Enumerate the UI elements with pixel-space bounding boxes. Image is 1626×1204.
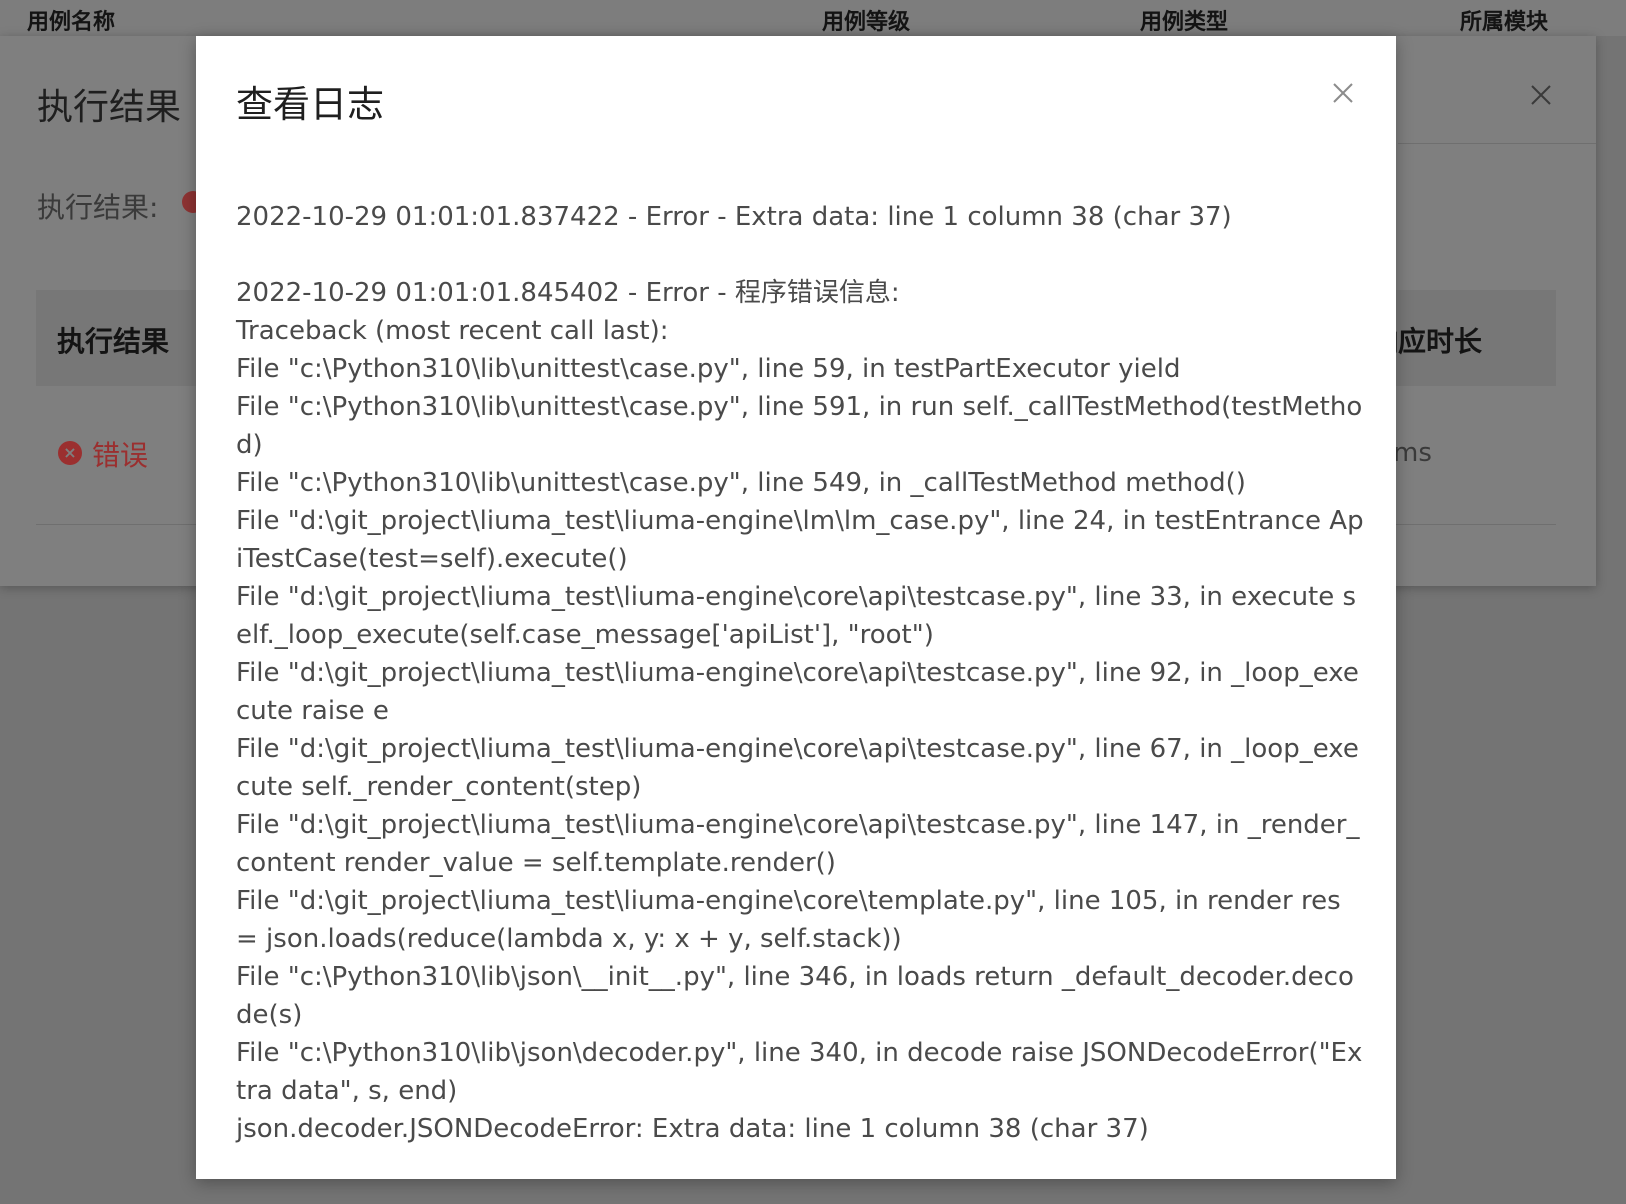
log-line: File "c:\Python310\lib\unittest\case.py"… [236,468,1246,498]
log-line: File "d:\git_project\liuma_test\liuma-en… [236,582,1357,650]
log-content: 2022-10-29 01:01:01.837422 - Error - Ext… [236,198,1366,1148]
log-line: File "d:\git_project\liuma_test\liuma-en… [236,810,1360,878]
log-line: File "c:\Python310\lib\json\decoder.py",… [236,1038,1363,1106]
background-table-header: 用例名称 用例等级 用例类型 所属模块 [0,0,1626,36]
log-line: Traceback (most recent call last): [236,316,669,346]
result-label: 执行结果: [37,191,159,224]
view-log-modal: 查看日志 2022-10-29 01:01:01.837422 - Error … [196,36,1396,1179]
dialog-header-divider [1398,143,1596,144]
log-line: File "d:\git_project\liuma_test\liuma-en… [236,658,1359,726]
log-entry: 2022-10-29 01:01:01.837422 - Error - Ext… [236,202,1232,232]
error-icon: × [58,441,82,465]
log-line: File "d:\git_project\liuma_test\liuma-en… [236,734,1359,802]
row-status: 错误 [92,439,149,472]
log-entry-traceback: 2022-10-29 01:01:01.845402 - Error - 程序错… [236,274,1366,1148]
log-line: File "c:\Python310\lib\json\__init__.py"… [236,962,1354,1030]
log-line: File "c:\Python310\lib\unittest\case.py"… [236,392,1363,460]
execution-result-title: 执行结果 [37,87,182,128]
log-line: json.decoder.JSONDecodeError: Extra data… [236,1114,1149,1144]
log-line: 2022-10-29 01:01:01.845402 - Error - 程序错… [236,278,900,308]
column-header-module: 所属模块 [1460,10,1549,35]
log-line: File "d:\git_project\liuma_test\liuma-en… [236,506,1364,574]
log-spacer [236,236,1366,274]
column-header-case-name: 用例名称 [27,10,116,35]
outer-close-icon[interactable] [1524,78,1558,112]
close-icon[interactable] [1326,76,1360,110]
modal-title: 查看日志 [236,83,384,126]
row-duration: ms [1393,438,1432,468]
log-line: File "c:\Python310\lib\unittest\case.py"… [236,354,1181,384]
column-header-case-level: 用例等级 [822,10,911,35]
log-line: File "d:\git_project\liuma_test\liuma-en… [236,886,1349,954]
th-result: 执行结果 [57,325,170,358]
column-header-case-type: 用例类型 [1140,10,1229,35]
